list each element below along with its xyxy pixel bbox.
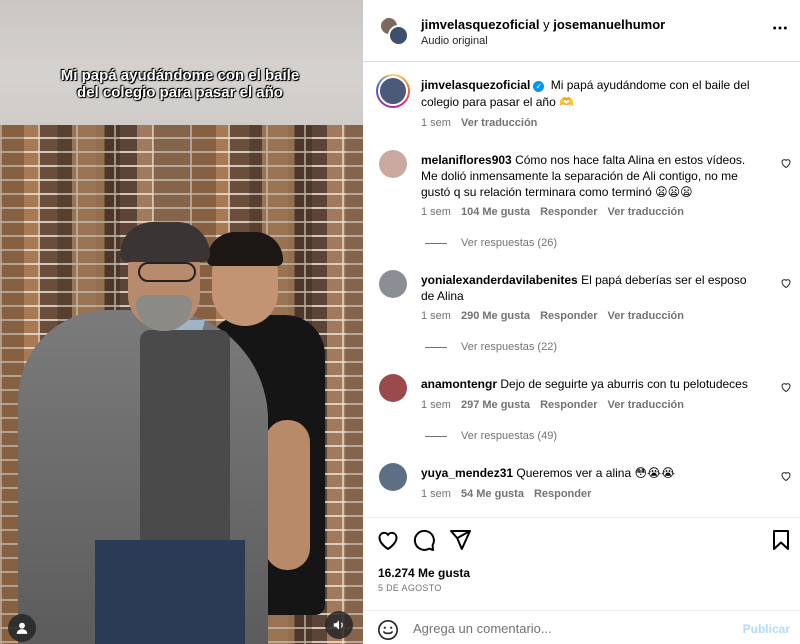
authors-connector: y — [539, 17, 554, 32]
comment-meta: 1 sem 297 Me gusta Responder Ver traducción — [421, 399, 694, 411]
reply-button[interactable]: Responder — [540, 399, 597, 411]
publish-comment-button[interactable]: Publicar — [743, 622, 790, 636]
more-options-button[interactable] — [772, 20, 788, 39]
media-overlay-text: Mi papá ayudándome con el baile del cole… — [60, 67, 300, 101]
replies-label: Ver respuestas (49) — [461, 430, 557, 442]
comment-like-button[interactable] — [780, 470, 792, 485]
comment-meta: 1 sem 104 Me gusta Responder Ver traducción — [421, 206, 694, 218]
avatar-image — [378, 76, 408, 106]
post-likes-count[interactable]: 16.274 Me gusta — [378, 566, 470, 580]
comment-bubble-icon — [413, 529, 435, 551]
comment-composer: Publicar — [363, 610, 800, 644]
comment-text: melaniflores903 Cómo nos hace falta Alin… — [421, 152, 761, 200]
comment-likes[interactable]: 104 Me gusta — [461, 206, 530, 218]
comment-body: Queremos ver a alina 😳😭😭 — [516, 466, 676, 480]
comment-time: 1 sem — [421, 399, 451, 411]
heart-icon — [781, 383, 791, 393]
post-media[interactable]: Mi papá ayudándome con el baile del cole… — [0, 0, 363, 644]
avatar[interactable] — [376, 74, 410, 108]
caption-time: 1 sem — [421, 117, 451, 129]
more-horizontal-icon — [773, 26, 787, 30]
comment-username[interactable]: anamontengr — [421, 377, 497, 391]
avatar[interactable] — [379, 150, 407, 178]
smiley-icon — [378, 620, 398, 640]
replies-divider — [425, 242, 447, 244]
emoji-picker-button[interactable] — [377, 619, 399, 641]
post-header: jimvelasquezoficial y josemanuelhumor Au… — [363, 0, 800, 62]
heart-icon — [378, 531, 398, 551]
heart-icon — [781, 279, 791, 289]
view-replies-button[interactable]: Ver respuestas (49) — [425, 430, 557, 442]
translate-link[interactable]: Ver traducción — [608, 399, 684, 411]
comment-meta: 1 sem 54 Me gusta Responder — [421, 488, 601, 500]
replies-divider — [425, 435, 447, 437]
view-replies-button[interactable]: Ver respuestas (26) — [425, 237, 557, 249]
author-link[interactable]: josemanuelhumor — [553, 17, 665, 32]
comment-username[interactable]: yuya_mendez31 — [421, 466, 513, 480]
verified-badge-icon: ✓ — [533, 81, 545, 92]
translate-link[interactable]: Ver traducción — [608, 310, 684, 322]
comment-input[interactable] — [413, 621, 713, 636]
audio-link[interactable]: Audio original — [421, 35, 488, 47]
comment-meta: 1 sem 290 Me gusta Responder Ver traducción — [421, 310, 694, 322]
media-man-glasses — [138, 262, 196, 282]
comment-text: yonialexanderdavilabenites El papá deber… — [421, 272, 761, 304]
mute-button[interactable] — [325, 611, 353, 639]
comment-like-button[interactable] — [780, 381, 792, 396]
like-button[interactable] — [376, 528, 402, 554]
comment-like-button[interactable] — [780, 157, 792, 172]
comment-button[interactable] — [412, 528, 438, 554]
comment-like-button[interactable] — [780, 277, 792, 292]
media-man-vest — [140, 330, 230, 560]
reply-button[interactable]: Responder — [540, 310, 597, 322]
reply-button[interactable]: Responder — [534, 488, 591, 500]
reply-button[interactable]: Responder — [540, 206, 597, 218]
replies-divider — [425, 346, 447, 348]
replies-label: Ver respuestas (22) — [461, 341, 557, 353]
post-side-panel: jimvelasquezoficial y josemanuelhumor Au… — [363, 0, 800, 644]
post-date[interactable]: 5 DE AGOSTO — [378, 583, 442, 593]
media-man-hair — [120, 222, 210, 262]
post-authors: jimvelasquezoficial y josemanuelhumor — [421, 17, 665, 33]
person-icon — [16, 622, 28, 634]
post-actions — [363, 517, 800, 567]
bookmark-icon — [773, 530, 789, 550]
comment-username[interactable]: melaniflores903 — [421, 153, 512, 167]
comment-time: 1 sem — [421, 310, 451, 322]
tagged-users-button[interactable] — [8, 614, 36, 642]
media-boy-arm — [265, 420, 310, 570]
comment-time: 1 sem — [421, 206, 451, 218]
media-ceiling — [0, 0, 363, 125]
translate-link[interactable]: Ver traducción — [461, 117, 537, 129]
avatar[interactable] — [379, 374, 407, 402]
avatar — [388, 25, 409, 46]
caption-meta: 1 sem Ver traducción — [421, 117, 547, 129]
translate-link[interactable]: Ver traducción — [608, 206, 684, 218]
comment-text: anamontengr Dejo de seguirte ya aburris … — [421, 376, 761, 392]
replies-label: Ver respuestas (26) — [461, 237, 557, 249]
comment-text: yuya_mendez31 Queremos ver a alina 😳😭😭 — [421, 465, 761, 481]
view-replies-button[interactable]: Ver respuestas (22) — [425, 341, 557, 353]
comment-likes[interactable]: 54 Me gusta — [461, 488, 524, 500]
avatar[interactable] — [379, 463, 407, 491]
avatar[interactable] — [379, 270, 407, 298]
caption-text: jimvelasquezoficial ✓ Mi papá ayudándome … — [421, 77, 761, 111]
collab-avatars[interactable] — [379, 16, 409, 46]
comment-time: 1 sem — [421, 488, 451, 500]
heart-icon — [781, 159, 791, 169]
paper-plane-icon — [450, 530, 471, 550]
heart-icon — [781, 472, 791, 482]
comment-username[interactable]: yonialexanderdavilabenites — [421, 273, 578, 287]
caption-username[interactable]: jimvelasquezoficial — [421, 78, 530, 92]
author-link[interactable]: jimvelasquezoficial — [421, 17, 540, 32]
share-button[interactable] — [448, 528, 474, 554]
save-button[interactable] — [769, 528, 795, 554]
media-boy-hair — [207, 232, 283, 266]
speaker-icon — [333, 620, 343, 630]
comment-likes[interactable]: 297 Me gusta — [461, 399, 530, 411]
media-man-pants — [95, 540, 245, 644]
comment-likes[interactable]: 290 Me gusta — [461, 310, 530, 322]
comment-body: Dejo de seguirte ya aburris con tu pelot… — [500, 377, 748, 391]
